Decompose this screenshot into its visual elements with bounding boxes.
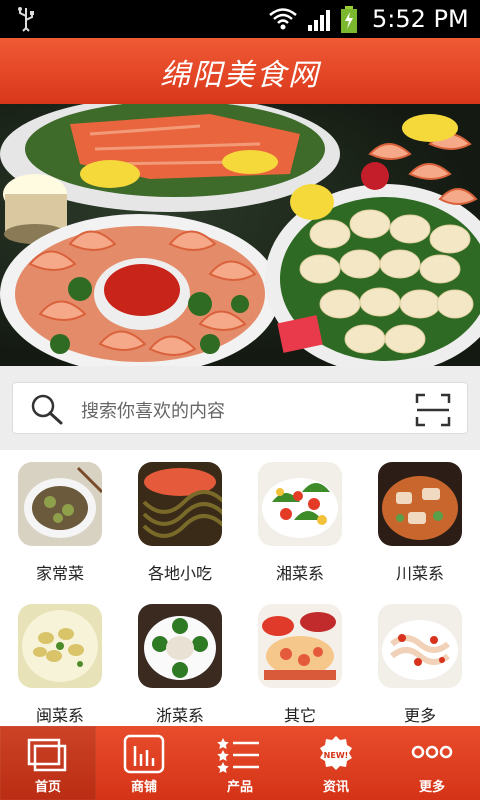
scan-icon[interactable] bbox=[415, 393, 451, 427]
shop-icon bbox=[123, 734, 165, 774]
category-label: 更多 bbox=[403, 706, 436, 725]
category-label: 川菜系 bbox=[395, 564, 444, 583]
status-bar: 5:52 PM bbox=[0, 0, 480, 38]
home-icon bbox=[27, 738, 67, 772]
battery-charging-icon bbox=[341, 6, 357, 33]
search-placeholder: 搜索你喜欢的内容 bbox=[81, 401, 225, 422]
tab-label: 商铺 bbox=[130, 780, 157, 795]
status-time: 5:52 PM bbox=[372, 5, 469, 33]
tab-label: 资讯 bbox=[322, 780, 349, 795]
product-list-icon bbox=[217, 738, 259, 773]
news-badge-text: NEW! bbox=[324, 751, 349, 760]
more-dish-photo bbox=[378, 604, 462, 688]
tab-news[interactable]: NEW! 资讯 bbox=[288, 726, 384, 800]
zhejiang-dish-photo bbox=[138, 604, 222, 688]
category-item[interactable]: 其它 bbox=[240, 592, 360, 730]
tab-label: 更多 bbox=[418, 780, 445, 795]
app-header: 绵阳美食网 bbox=[0, 38, 480, 104]
category-item[interactable]: 家常菜 bbox=[0, 450, 120, 588]
tab-shop[interactable]: 商铺 bbox=[96, 726, 192, 800]
sichuan-dish-photo bbox=[378, 462, 462, 546]
category-item[interactable]: 浙菜系 bbox=[120, 592, 240, 730]
tab-label: 首页 bbox=[34, 780, 61, 795]
banner-seafood-image bbox=[0, 104, 480, 366]
app-title: 绵阳美食网 bbox=[160, 58, 320, 93]
search-input[interactable]: 搜索你喜欢的内容 bbox=[12, 382, 468, 434]
category-label: 家常菜 bbox=[35, 564, 84, 583]
category-item[interactable]: 更多 bbox=[360, 592, 480, 730]
usb-icon bbox=[18, 7, 34, 32]
tab-label: 产品 bbox=[226, 780, 253, 795]
home-dish-photo bbox=[18, 462, 102, 546]
hunan-dish-photo bbox=[258, 462, 342, 546]
news-badge-icon: NEW! bbox=[320, 736, 352, 770]
bottom-tab-bar: 首页 商铺 产品 NEW! 资讯 更多 bbox=[0, 726, 480, 800]
tab-home[interactable]: 首页 bbox=[0, 726, 96, 800]
category-item[interactable]: 各地小吃 bbox=[120, 450, 240, 588]
category-item[interactable]: 湘菜系 bbox=[240, 450, 360, 588]
category-label: 湘菜系 bbox=[275, 564, 324, 583]
other-dish-photo bbox=[258, 604, 342, 688]
more-icon bbox=[411, 745, 453, 759]
tab-products[interactable]: 产品 bbox=[192, 726, 288, 800]
category-label: 浙菜系 bbox=[155, 706, 204, 725]
banner-carousel[interactable] bbox=[0, 104, 480, 366]
fujian-dish-photo bbox=[18, 604, 102, 688]
wifi-icon bbox=[269, 8, 297, 30]
signal-icon bbox=[308, 10, 330, 31]
search-section: 搜索你喜欢的内容 bbox=[0, 366, 480, 450]
category-grid: 家常菜 各地小吃 湘菜系 川菜系 闽菜系 浙菜系 其它 更多 bbox=[0, 450, 480, 726]
category-item[interactable]: 川菜系 bbox=[360, 450, 480, 588]
snack-photo bbox=[138, 462, 222, 546]
tab-more[interactable]: 更多 bbox=[384, 726, 480, 800]
category-item[interactable]: 闽菜系 bbox=[0, 592, 120, 730]
category-label: 其它 bbox=[283, 706, 316, 725]
category-label: 各地小吃 bbox=[147, 564, 212, 583]
category-label: 闽菜系 bbox=[35, 706, 84, 725]
search-icon bbox=[31, 394, 63, 425]
